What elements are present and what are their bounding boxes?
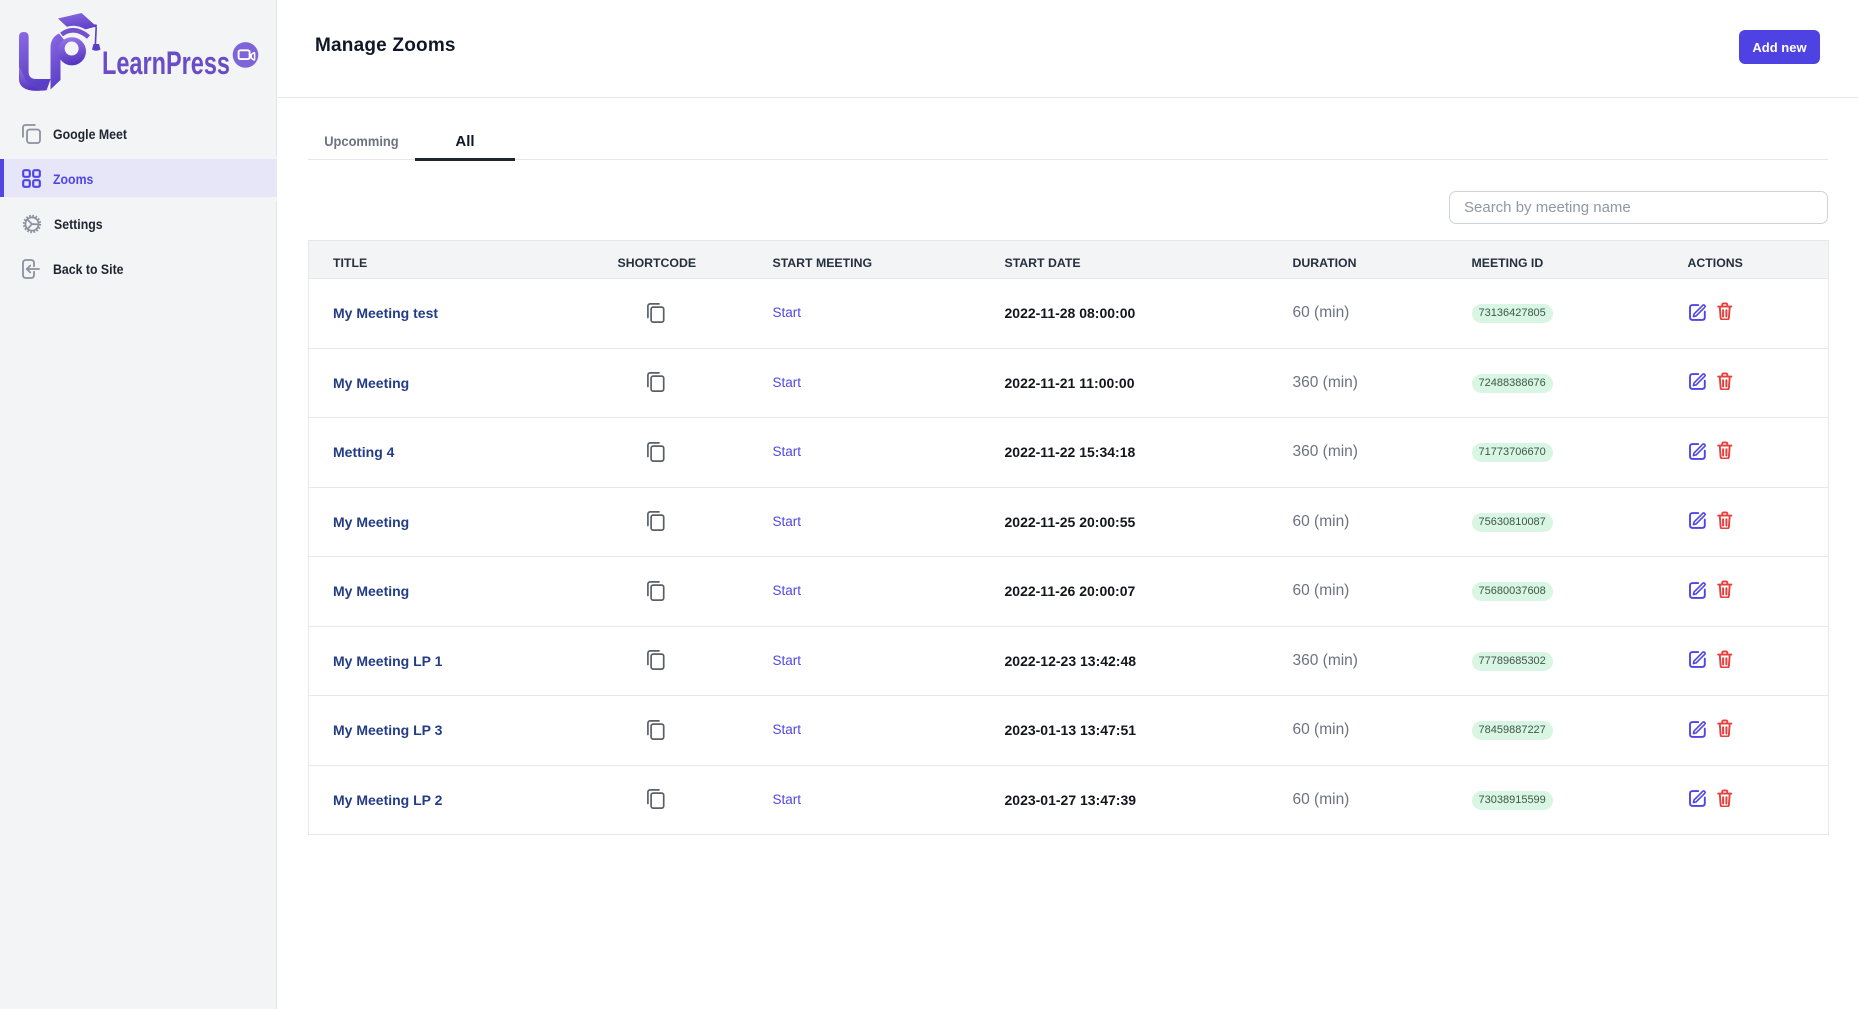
svg-text:LearnPress: LearnPress	[102, 45, 230, 81]
